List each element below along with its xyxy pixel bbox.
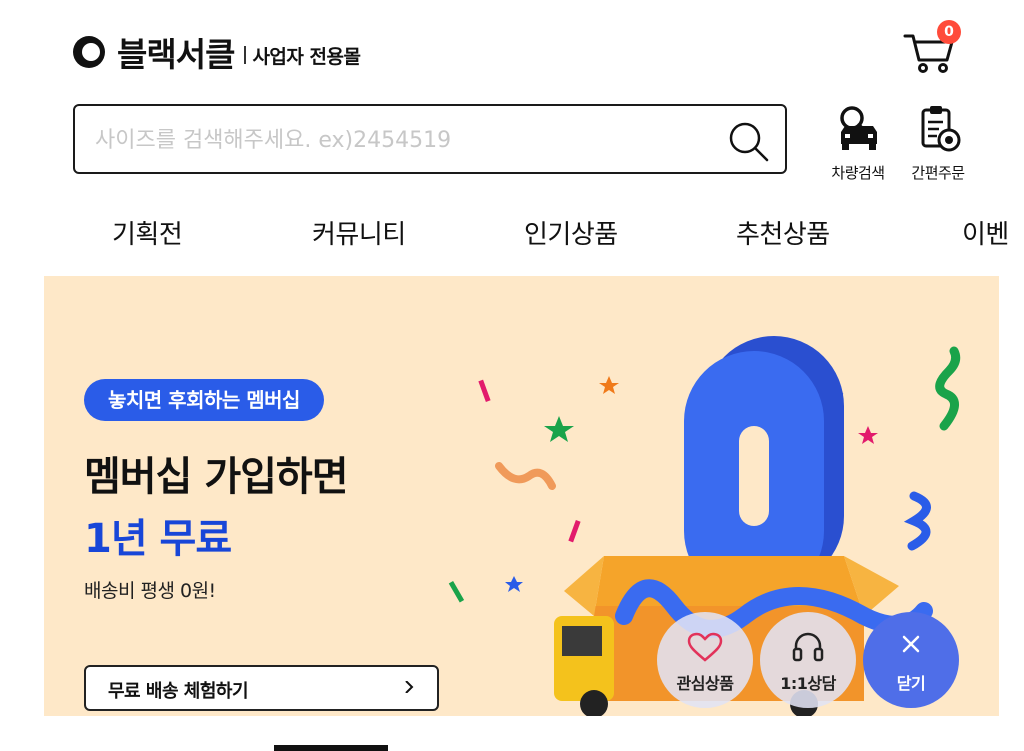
search-icon[interactable]	[727, 120, 771, 164]
logo-circle-icon	[73, 36, 105, 68]
consultation-fab[interactable]: 1:1상담	[760, 612, 856, 708]
cta-label: 무료 배송 체험하기	[108, 681, 249, 702]
chevron-right-icon	[405, 681, 414, 693]
close-fab[interactable]: 닫기	[863, 612, 959, 708]
cart-count-badge: 0	[937, 20, 961, 44]
nav-item-promotions[interactable]: 기획전	[112, 214, 183, 251]
category-nav: 기획전 커뮤니티 인기상품 추천상품 이벤	[0, 214, 1024, 258]
easy-order-label: 간편주문	[911, 164, 965, 182]
close-icon	[902, 635, 920, 653]
nav-item-popular[interactable]: 인기상품	[524, 214, 618, 251]
headset-icon	[792, 632, 824, 662]
consultation-label: 1:1상담	[780, 674, 836, 693]
clipboard-tire-icon	[921, 106, 961, 152]
banner-tag: 놓치면 후회하는 멤버십	[84, 379, 324, 421]
banner-headline-highlight: 1년 무료	[84, 516, 232, 562]
free-shipping-trial-button[interactable]: 무료 배송 체험하기	[84, 665, 439, 711]
wishlist-label: 관심상품	[676, 674, 734, 693]
brand-logo[interactable]: 블랙서클 사업자 전용몰	[73, 28, 361, 76]
brand-divider	[244, 46, 247, 64]
heart-icon	[687, 632, 723, 662]
easy-order-button[interactable]: 간편주문	[898, 104, 978, 183]
banner-subtext: 배송비 평생 0원!	[84, 580, 216, 602]
close-label: 닫기	[896, 674, 926, 693]
vehicle-search-button[interactable]: 차량검색	[818, 104, 898, 183]
membership-banner[interactable]: 놓치면 후회하는 멤버십 멤버십 가입하면 1년 무료 배송비 평생 0원! 무…	[44, 276, 999, 716]
nav-item-community[interactable]: 커뮤니티	[312, 214, 406, 251]
vehicle-search-label: 차량검색	[831, 164, 885, 182]
nav-item-recommended[interactable]: 추천상품	[736, 214, 830, 251]
brand-subtitle: 사업자 전용몰	[252, 45, 361, 68]
nav-item-event[interactable]: 이벤	[962, 214, 1009, 251]
banner-headline: 멤버십 가입하면	[84, 454, 349, 500]
search-input[interactable]	[93, 106, 697, 174]
brand-name: 블랙서클	[117, 35, 235, 74]
carousel-indicator	[274, 745, 388, 751]
wishlist-fab[interactable]: 관심상품	[657, 612, 753, 708]
car-search-icon	[840, 106, 877, 150]
search-box	[73, 104, 787, 174]
